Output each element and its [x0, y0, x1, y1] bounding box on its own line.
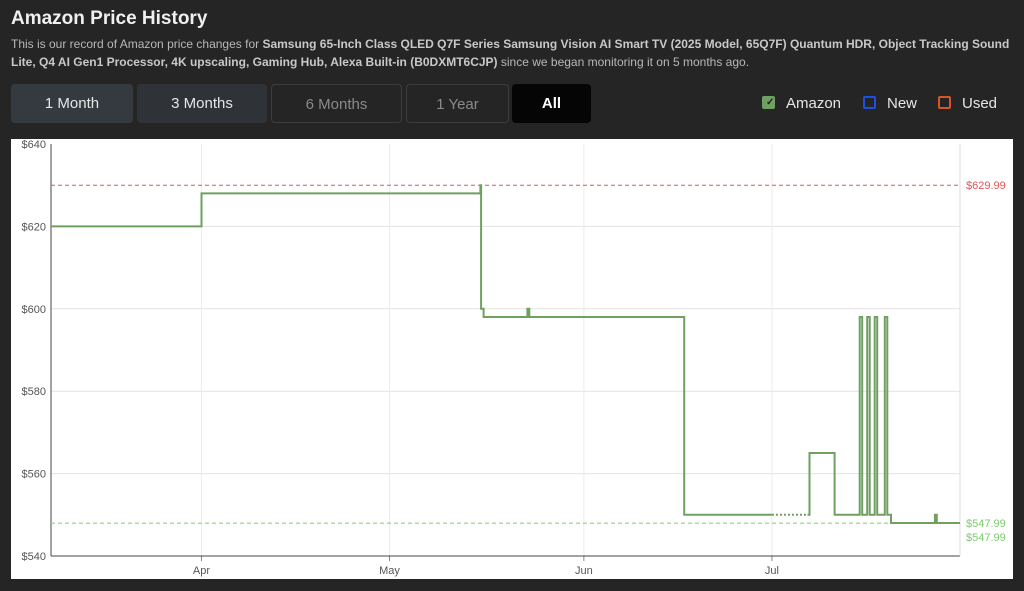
tab-6-months[interactable]: 6 Months: [271, 84, 402, 123]
legend-used-label: Used: [962, 95, 998, 112]
reference-line-label: $547.99: [966, 518, 1006, 530]
y-tick-label: $580: [22, 386, 46, 398]
y-tick-label: $560: [22, 469, 46, 481]
tab-3-months[interactable]: 3 Months: [137, 84, 267, 123]
description-suffix: since we began monitoring it on 5 months…: [497, 55, 750, 69]
tab-all[interactable]: All: [512, 84, 591, 123]
page-title: Amazon Price History: [11, 8, 208, 29]
price-chart-svg: $640 $620 $600 $580 $560 $540 Apr May Jun Jul $629…: [22, 139, 1006, 577]
page-description: This is our record of Amazon price chang…: [11, 35, 1016, 71]
y-tick-label: $640: [22, 139, 46, 151]
current-price-label: $547.99: [966, 532, 1006, 544]
x-tick-label: May: [379, 565, 400, 577]
checkmark-icon: ✓: [766, 97, 775, 108]
tab-1-month[interactable]: 1 Month: [11, 84, 133, 123]
price-line: [51, 184, 960, 524]
description-prefix: This is our record of Amazon price chang…: [11, 37, 263, 51]
legend-new-label: New: [887, 95, 918, 112]
y-tick-label: $600: [22, 304, 46, 316]
tab-1-year[interactable]: 1 Year: [406, 84, 509, 123]
price-chart: $640 $620 $600 $580 $560 $540 Apr May Jun Jul $629…: [11, 139, 1013, 579]
legend-amazon-label: Amazon: [786, 95, 842, 112]
amazon-checkbox[interactable]: ✓: [762, 96, 775, 109]
x-tick-label: Jul: [765, 565, 779, 577]
reference-line-label: $629.99: [966, 180, 1006, 192]
x-tick-label: Apr: [193, 565, 210, 577]
used-checkbox[interactable]: [938, 96, 951, 109]
new-checkbox[interactable]: [863, 96, 876, 109]
x-tick-label: Jun: [575, 565, 593, 577]
y-tick-label: $620: [22, 221, 46, 233]
y-tick-label: $540: [22, 551, 46, 563]
